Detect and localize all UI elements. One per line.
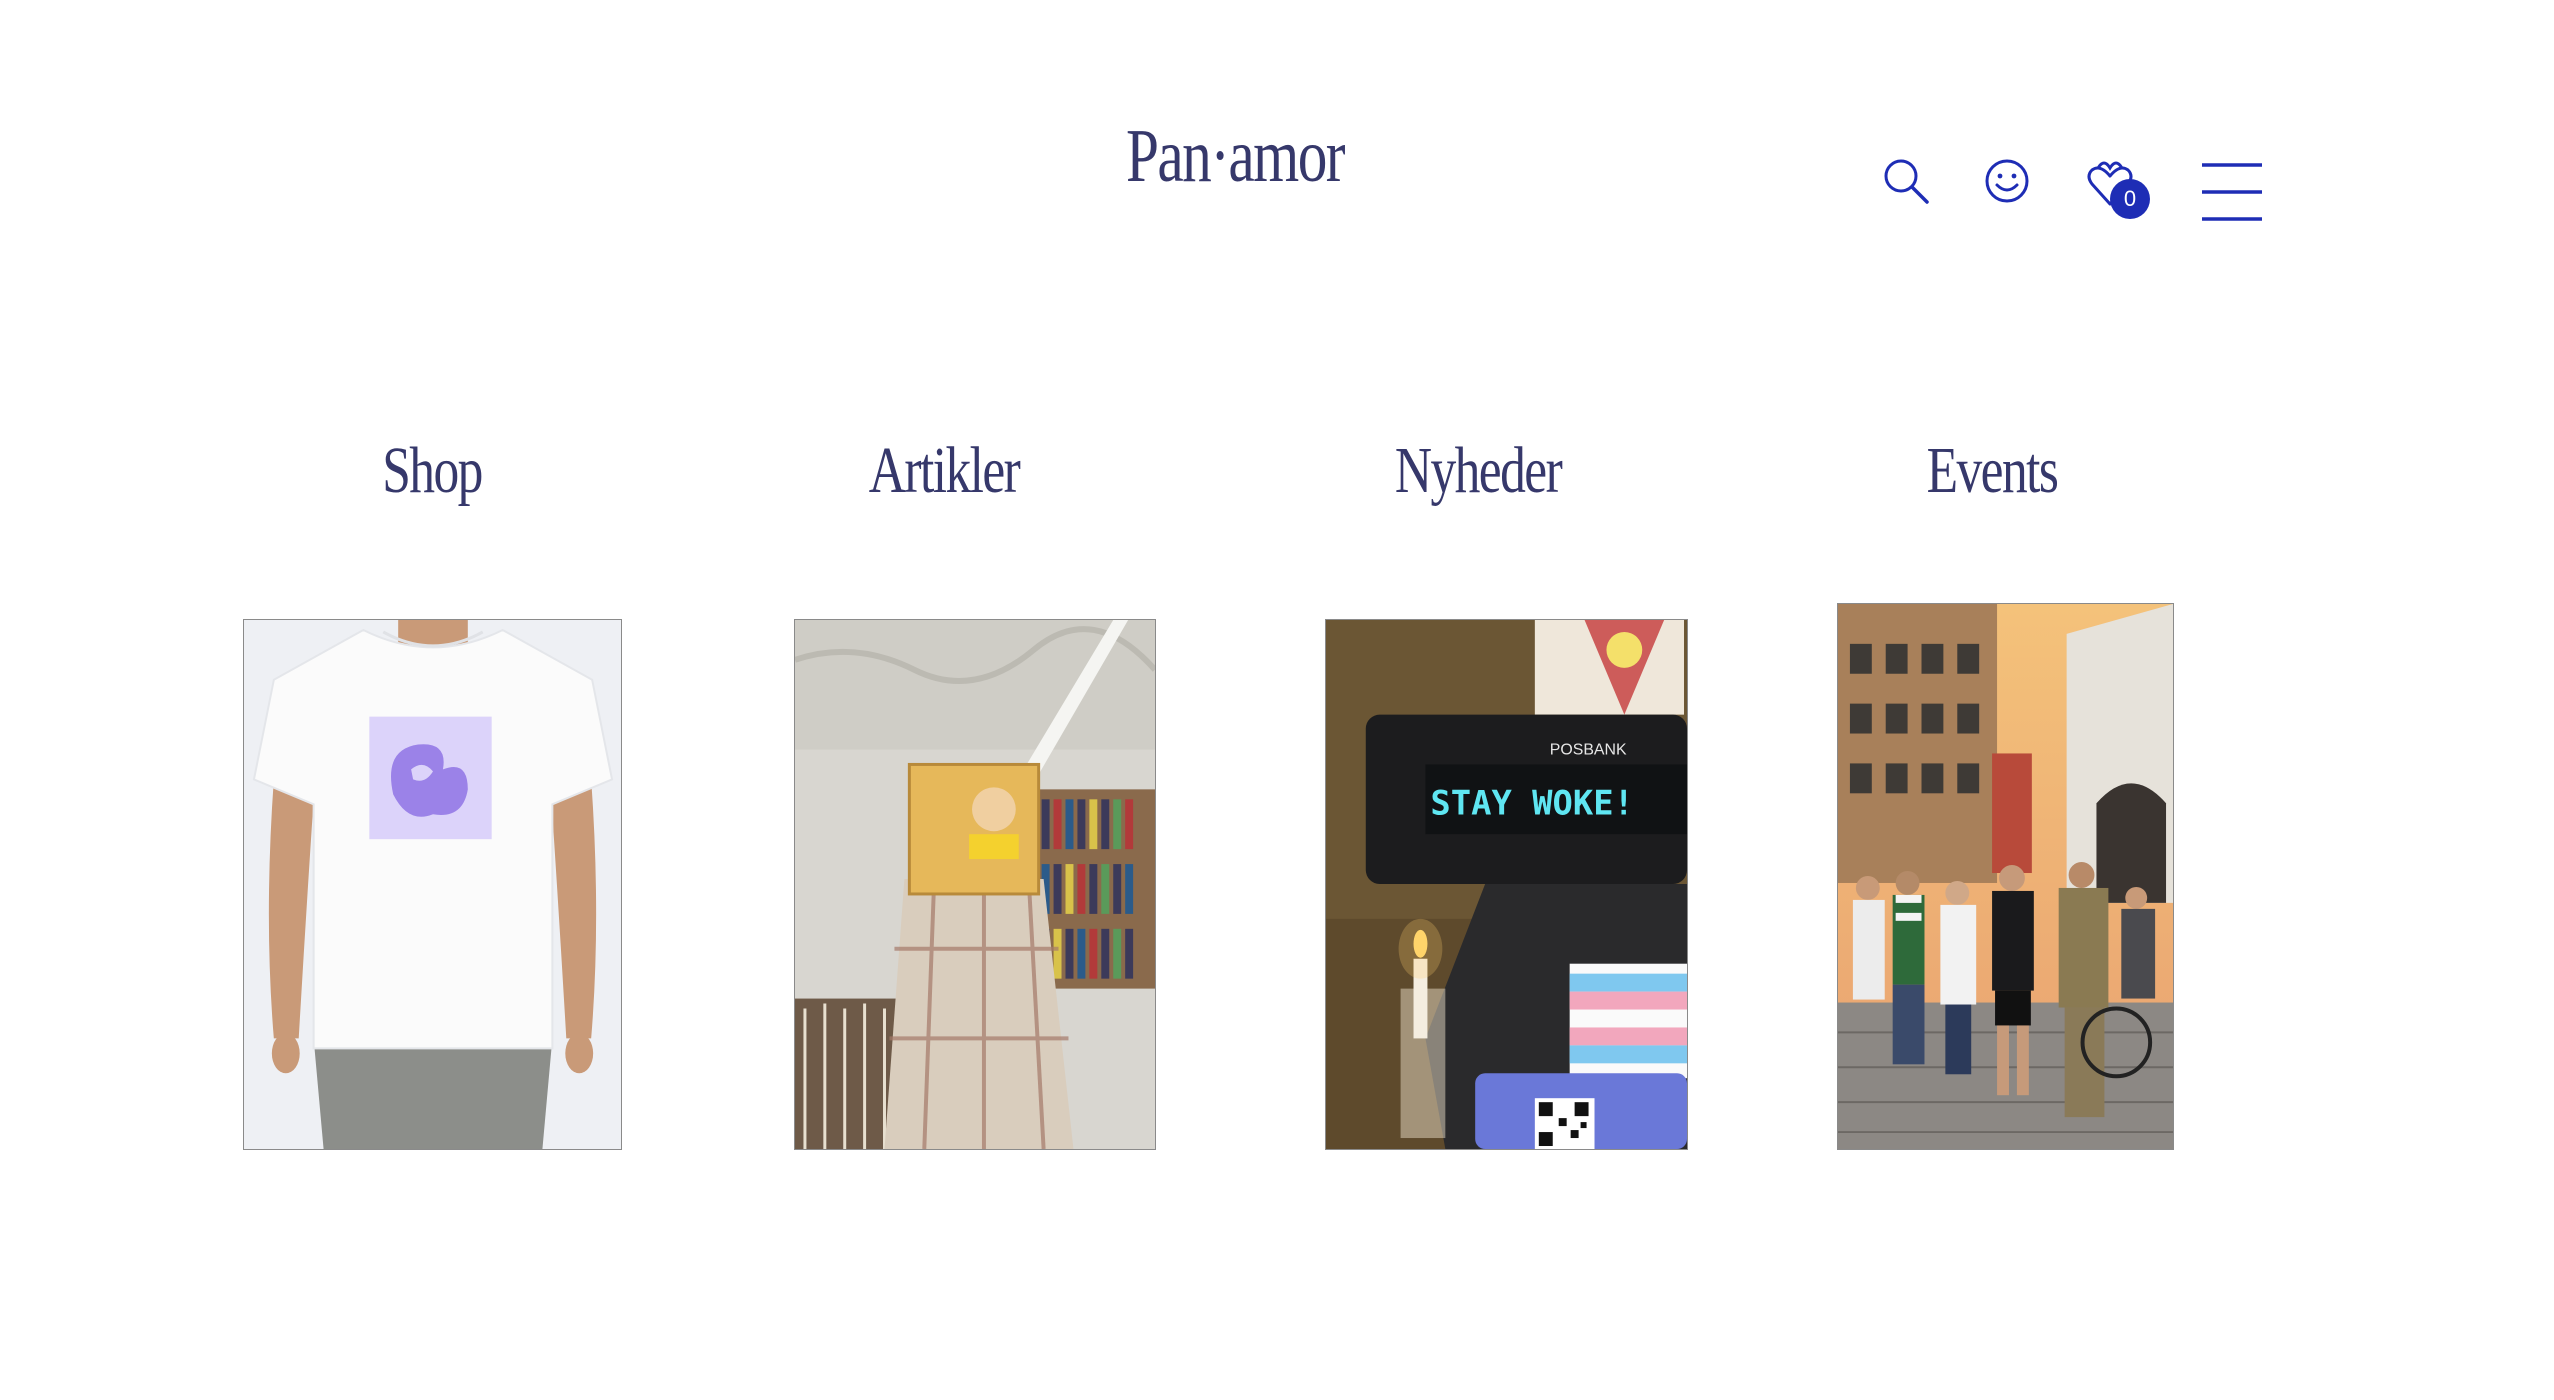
section-title-nyheder[interactable]: Nyheder bbox=[1361, 438, 1595, 504]
hamburger-menu-icon[interactable] bbox=[2200, 162, 2264, 222]
site-logo[interactable]: Pan·amor bbox=[1122, 118, 1348, 194]
artikler-record-store-image[interactable] bbox=[794, 619, 1156, 1150]
account-smiley-icon[interactable] bbox=[1984, 158, 2030, 204]
section-title-shop[interactable]: Shop bbox=[315, 438, 549, 504]
pos-brand-label: POSBANK bbox=[1550, 741, 1627, 758]
section-title-artikler[interactable]: Artikler bbox=[827, 438, 1061, 504]
lcd-message: STAY WOKE! bbox=[1430, 783, 1633, 822]
section-title-events[interactable]: Events bbox=[1875, 438, 2109, 504]
search-icon[interactable] bbox=[1880, 155, 1932, 207]
cart-count-badge: 0 bbox=[2110, 179, 2150, 219]
nyheder-pos-display-image[interactable]: POSBANK STAY WOKE! bbox=[1325, 619, 1688, 1150]
events-street-crowd-image[interactable] bbox=[1837, 603, 2174, 1150]
shop-tshirt-image[interactable] bbox=[243, 619, 622, 1150]
